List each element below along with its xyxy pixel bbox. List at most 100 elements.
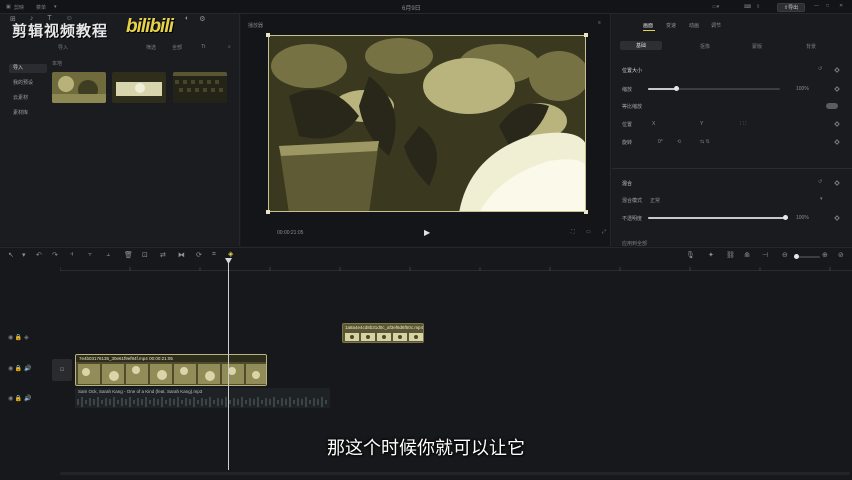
delete-icon[interactable]: 🗑 xyxy=(124,251,133,259)
video-preview[interactable] xyxy=(268,35,586,212)
timeline-toolbar: ↖ ▾ ↶ ↷ ⫞ ⫟ ⫠ 🗑 ⊡ ⇄ ⧓ ⟳ ⌗ ◈ 🎙 ✦ ⛓ ⋒ ⊣ ⊖ … xyxy=(0,248,852,262)
ratio-icon[interactable]: ▭ xyxy=(586,229,591,235)
all-dropdown[interactable]: 全部 xyxy=(172,44,182,51)
tab-picture[interactable]: 画面 xyxy=(643,22,653,29)
import-button[interactable]: 导入 xyxy=(58,44,68,51)
keyframe-tool-icon[interactable]: ◈ xyxy=(228,250,233,258)
scale-slider-knob[interactable] xyxy=(674,86,679,91)
redo-icon[interactable]: ↷ xyxy=(52,251,58,259)
minimize-icon[interactable]: — xyxy=(814,3,819,9)
eye-icon[interactable]: ◉ xyxy=(8,335,13,341)
export-button[interactable]: ⇧ 导出 xyxy=(777,3,805,12)
fullscreen-icon[interactable]: ⤢ xyxy=(602,229,606,235)
fit-icon[interactable]: ⊘ xyxy=(838,251,844,259)
search-icon[interactable]: ⌕ xyxy=(228,44,231,50)
lock-icon[interactable]: 🔒 xyxy=(15,396,22,402)
align-icons[interactable]: ⫶ ⫶ ⫶ xyxy=(740,121,747,127)
track-controls-main: ◉ 🔒 🔊 xyxy=(8,365,32,372)
tab-adjust[interactable]: ⚙ xyxy=(199,15,205,23)
zoom-out-icon[interactable]: ⊖ xyxy=(782,251,788,259)
mirror-icons[interactable]: ⇆ ⇅ xyxy=(700,139,710,145)
subtab-mask[interactable]: 蒙版 xyxy=(752,43,762,50)
split-icon[interactable]: ⫞ xyxy=(70,251,74,259)
speaker-icon[interactable]: 🔊 xyxy=(24,366,31,372)
more-icon[interactable]: ≡ xyxy=(598,20,601,26)
shortcut-icon[interactable]: ⌨ xyxy=(744,4,751,10)
subtab-basic[interactable]: 基础 xyxy=(620,41,662,50)
resize-handle[interactable] xyxy=(266,33,270,37)
sidebar-item-cloud[interactable]: 云素材 xyxy=(9,94,47,103)
ai-icon[interactable]: ✦ xyxy=(708,251,714,259)
mic-icon[interactable]: 🎙 xyxy=(686,251,695,259)
chevron-down-icon[interactable]: ▾ xyxy=(54,4,57,10)
maximize-icon[interactable]: □ xyxy=(826,3,829,9)
tab-animation[interactable]: 动画 xyxy=(689,22,699,29)
uniform-scale-toggle[interactable] xyxy=(826,103,838,109)
audio-clip[interactable]: Sam Ock, Sarah Kang - One of a Kind (fea… xyxy=(75,388,330,408)
zoom-slider-knob[interactable] xyxy=(794,254,799,259)
lock-icon[interactable]: 🔒 xyxy=(15,366,22,372)
menu-button[interactable]: 菜单 xyxy=(36,4,46,11)
cover-button[interactable]: ⊡ xyxy=(52,359,72,381)
clip-label: 1a8a4e4cd8b31d0c_af3ef6d6f50c.mp4 xyxy=(345,325,424,330)
position-y[interactable]: Y xyxy=(700,121,703,127)
chevron-down-icon[interactable]: ▾ xyxy=(820,196,823,202)
section-label: 本地 xyxy=(52,61,63,67)
tab-filter[interactable]: ◐ xyxy=(185,15,189,23)
scale-value[interactable]: 100% xyxy=(796,86,809,92)
play-icon[interactable]: ▶ xyxy=(424,228,430,237)
subtab-background[interactable]: 背景 xyxy=(806,43,816,50)
fullscreen-fit-icon[interactable]: ⛶ xyxy=(571,229,575,235)
media-thumbnail[interactable] xyxy=(52,72,106,103)
opacity-slider-knob[interactable] xyxy=(783,215,788,220)
freeze-icon[interactable]: ⊡ xyxy=(142,251,148,259)
timeline-ruler[interactable] xyxy=(59,263,852,271)
speaker-icon[interactable]: 🔊 xyxy=(24,396,31,402)
resize-handle[interactable] xyxy=(266,210,270,214)
tab-speed[interactable]: 变速 xyxy=(666,22,676,29)
lock-icon[interactable]: 🔒 xyxy=(15,335,22,341)
timeline-scrollbar[interactable] xyxy=(60,472,850,475)
opacity-value[interactable]: 100% xyxy=(796,215,809,221)
link-icon[interactable]: ⛓ xyxy=(726,251,735,259)
blend-mode-select[interactable]: 正常 xyxy=(650,197,660,204)
split-left-icon[interactable]: ⫟ xyxy=(88,251,92,259)
position-x[interactable]: X xyxy=(652,121,655,127)
select-tool-icon[interactable]: ↖ xyxy=(8,251,14,259)
sidebar-item-library[interactable]: 素材库 xyxy=(9,109,47,118)
chevron-down-icon[interactable]: ▾ xyxy=(22,251,26,259)
filter-dropdown[interactable]: 筛选 xyxy=(146,44,156,51)
rotate-value[interactable]: 0° xyxy=(658,139,663,145)
audio-icon[interactable]: ◈ xyxy=(24,335,29,341)
reset-icon[interactable]: ↺ xyxy=(818,179,822,185)
sidebar-item-import[interactable]: 导入 xyxy=(9,64,47,73)
reverse-icon[interactable]: ⇄ xyxy=(160,251,166,259)
magnet-icon[interactable]: ⋒ xyxy=(744,251,750,259)
share-icon[interactable]: ⇪ xyxy=(756,4,760,10)
crop-icon[interactable]: ⌗ xyxy=(212,251,216,259)
zoom-in-icon[interactable]: ⊕ xyxy=(822,251,828,259)
eye-icon[interactable]: ◉ xyxy=(8,396,13,402)
rotate-icon[interactable]: ⟳ xyxy=(196,251,202,259)
tab-adjust[interactable]: 调节 xyxy=(711,22,721,29)
reset-icon[interactable]: ↺ xyxy=(818,66,822,72)
eye-icon[interactable]: ◉ xyxy=(8,366,13,372)
media-thumbnail[interactable] xyxy=(112,72,166,103)
sidebar-item-presets[interactable]: 我的预设 xyxy=(9,79,47,88)
apply-all-button[interactable]: 应用到全部 xyxy=(622,240,647,247)
overlay-clip[interactable]: 1a8a4e4cd8b31d0c_af3ef6d6f50c.mp4 xyxy=(342,323,424,343)
layout-icon[interactable]: ▭▾ xyxy=(712,4,719,10)
mirror-icon[interactable]: ⧓ xyxy=(178,251,185,259)
resize-handle[interactable] xyxy=(584,210,588,214)
preview-axis-icon[interactable]: ⊣ xyxy=(762,251,768,259)
main-video-clip[interactable]: 7e4b03176135_30e61f9ef84f.mp4 00:00:21:0… xyxy=(75,354,267,386)
undo-icon[interactable]: ↶ xyxy=(36,251,42,259)
close-icon[interactable]: ✕ xyxy=(839,3,843,9)
resize-handle[interactable] xyxy=(584,33,588,37)
text-filter[interactable]: Tt xyxy=(201,44,205,50)
rotate-icons[interactable]: ⟲ xyxy=(677,139,681,145)
split-right-icon[interactable]: ⫠ xyxy=(106,251,110,259)
subtab-chroma[interactable]: 抠像 xyxy=(700,43,710,50)
app-name: 剪映 xyxy=(14,5,25,11)
media-thumbnail[interactable] xyxy=(173,72,227,103)
